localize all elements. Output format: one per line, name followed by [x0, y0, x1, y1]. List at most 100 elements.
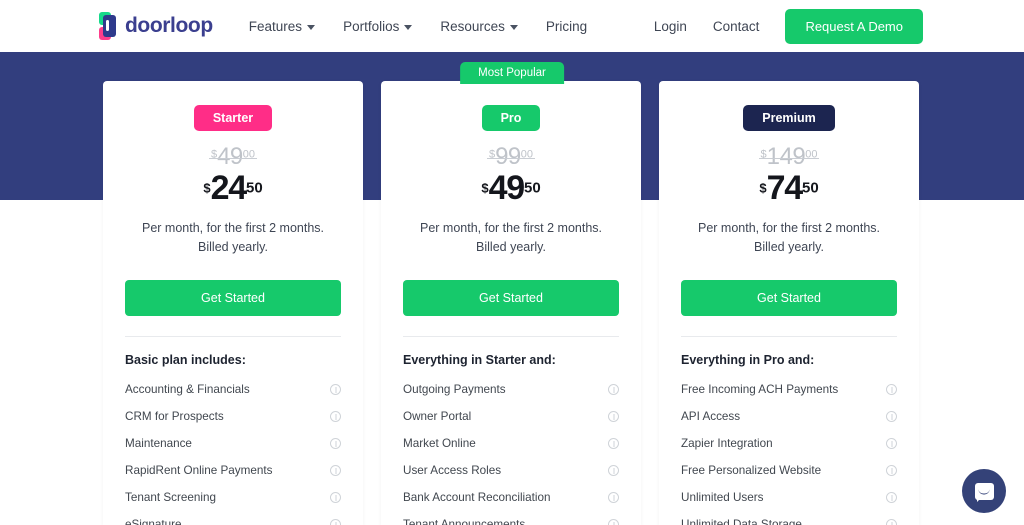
feature-label: eSignature	[125, 517, 182, 525]
info-icon[interactable]	[608, 437, 619, 449]
feature-row: Market Online	[403, 430, 619, 457]
feature-row: Outgoing Payments	[403, 376, 619, 403]
old-price-cents: 00	[805, 148, 818, 161]
old-price: $4900	[125, 145, 341, 169]
pricing-page: doorloop Features Portfolios Resources P…	[0, 0, 1024, 525]
feature-row: Free Personalized Website	[681, 457, 897, 484]
info-icon[interactable]	[886, 383, 897, 395]
feature-label: Free Personalized Website	[681, 463, 822, 477]
divider	[403, 335, 619, 337]
feature-label: API Access	[681, 409, 741, 423]
nav-item-label: Resources	[440, 18, 505, 34]
old-price: $9900	[403, 145, 619, 169]
new-price-cents: 50	[801, 179, 819, 197]
price-block: $4900 $2450	[125, 145, 341, 206]
price-block: $14900 $7450	[681, 145, 897, 205]
info-icon[interactable]	[608, 491, 619, 503]
feature-label: Unlimited Data Storage	[681, 517, 802, 525]
feature-label: RapidRent Online Payments	[125, 463, 273, 477]
logo-text: doorloop	[125, 14, 213, 37]
features-list-pro: Outgoing Payments Owner Portal Market On…	[403, 376, 619, 525]
nav-item-label: Pricing	[545, 18, 588, 34]
features-title: Basic plan includes:	[125, 352, 246, 367]
new-price: $4950	[403, 171, 619, 205]
feature-row: Accounting & Financials	[125, 376, 341, 403]
old-price-whole: 99	[495, 143, 521, 170]
feature-label: Unlimited Users	[681, 490, 764, 504]
info-icon[interactable]	[886, 437, 897, 449]
features-list-premium: Free Incoming ACH Payments API Access Za…	[681, 376, 897, 525]
feature-label: Tenant Screening	[125, 490, 216, 504]
price-terms: Per month, for the first 2 months. Bille…	[403, 219, 619, 258]
info-icon[interactable]	[608, 410, 619, 422]
badge-row: Pro	[403, 105, 619, 131]
feature-label: Tenant Announcements	[403, 517, 526, 525]
feature-row: eSignature	[125, 511, 341, 525]
info-icon[interactable]	[886, 410, 897, 422]
feature-row: CRM for Prospects	[125, 403, 341, 430]
feature-row: User Access Roles	[403, 457, 619, 484]
header-actions: Login Contact Request A Demo	[654, 0, 1024, 52]
feature-row: Free Incoming ACH Payments	[681, 376, 897, 403]
info-icon[interactable]	[886, 491, 897, 503]
nav-item-resources[interactable]: Resources	[440, 19, 518, 34]
nav-item-label: Portfolios	[343, 18, 400, 34]
divider	[125, 335, 341, 337]
info-icon[interactable]	[330, 491, 341, 503]
pricing-card-starter: Starter $4900 $2450 Per month, for the f…	[103, 81, 363, 525]
price-terms: Per month, for the first 2 months. Bille…	[681, 219, 897, 258]
new-price-whole: 49	[488, 169, 526, 207]
feature-label: Bank Account Reconciliation	[403, 490, 551, 504]
new-price-currency: $	[203, 180, 211, 196]
contact-link[interactable]: Contact	[713, 19, 760, 34]
price-terms: Per month, for the first 2 months. Bille…	[125, 219, 341, 258]
get-started-button-starter[interactable]: Get Started	[125, 279, 341, 316]
get-started-button-premium[interactable]: Get Started	[681, 279, 897, 316]
info-icon[interactable]	[886, 518, 897, 525]
info-icon[interactable]	[608, 383, 619, 395]
info-icon[interactable]	[330, 410, 341, 422]
badge-row: Premium	[681, 105, 897, 131]
pricing-cards: Starter $4900 $2450 Per month, for the f…	[103, 81, 921, 525]
feature-label: CRM for Prospects	[125, 409, 224, 423]
terms-line-1: Per month, for the first 2 months.	[141, 221, 325, 235]
info-icon[interactable]	[330, 383, 341, 395]
new-price-cents: 50	[245, 179, 263, 197]
info-icon[interactable]	[330, 464, 341, 476]
logo[interactable]: doorloop	[99, 12, 213, 40]
old-price-cents: 00	[242, 148, 256, 161]
nav-item-features[interactable]: Features	[248, 18, 316, 34]
feature-label: Zapier Integration	[681, 436, 773, 450]
info-icon[interactable]	[608, 464, 619, 476]
features-title: Everything in Pro and:	[681, 352, 815, 367]
plan-badge-pro: Pro	[481, 105, 541, 131]
nav-item-portfolios[interactable]: Portfolios	[343, 18, 413, 34]
badge-row: Starter	[125, 105, 341, 131]
feature-row: Owner Portal	[403, 403, 619, 430]
nav-item-pricing[interactable]: Pricing	[546, 19, 587, 34]
login-link[interactable]: Login	[654, 19, 687, 34]
feature-label: Accounting & Financials	[125, 382, 250, 396]
request-demo-button[interactable]: Request A Demo	[785, 8, 923, 44]
most-popular-badge: Most Popular	[460, 62, 564, 84]
feature-row: API Access	[681, 403, 897, 430]
info-icon[interactable]	[886, 464, 897, 476]
info-icon[interactable]	[608, 518, 619, 525]
features-list-starter: Accounting & Financials CRM for Prospect…	[125, 376, 341, 525]
terms-line-1: Per month, for the first 2 months.	[419, 221, 603, 235]
get-started-button-pro[interactable]: Get Started	[403, 279, 619, 316]
info-icon[interactable]	[330, 518, 341, 525]
feature-row: Tenant Screening	[125, 484, 341, 511]
terms-line-2: Billed yearly.	[198, 240, 268, 255]
nav-item-label: Features	[248, 18, 303, 34]
terms-line-2: Billed yearly.	[476, 240, 546, 255]
new-price: $7450	[681, 171, 897, 205]
feature-row: RapidRent Online Payments	[125, 457, 341, 484]
info-icon[interactable]	[330, 437, 341, 449]
feature-row: Tenant Announcements	[403, 511, 619, 525]
chat-widget-button[interactable]	[962, 469, 1006, 513]
feature-label: Market Online	[403, 436, 476, 450]
new-price-currency: $	[481, 180, 489, 196]
feature-label: Outgoing Payments	[403, 382, 506, 396]
site-header: doorloop Features Portfolios Resources P…	[0, 0, 1024, 52]
